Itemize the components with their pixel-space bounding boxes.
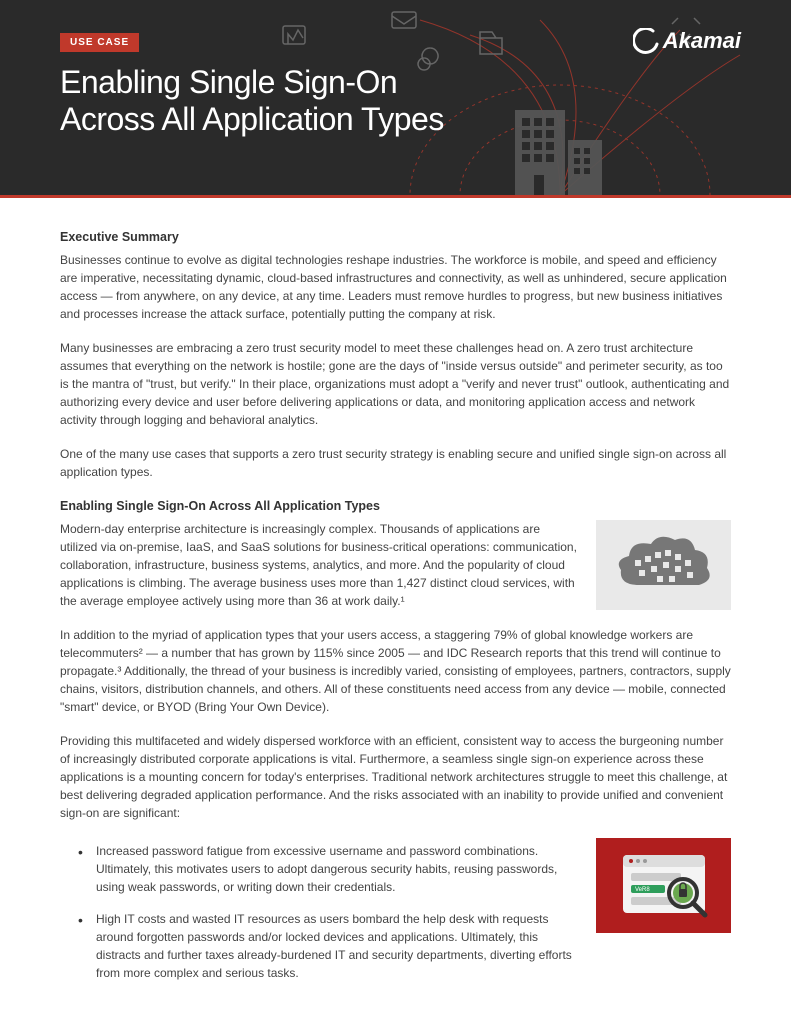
use-case-badge: USE CASE [60,33,139,52]
brand-swoosh-icon [633,28,659,54]
sso-p3: Providing this multifaceted and widely d… [60,732,731,822]
exec-summary-p2: Many businesses are embracing a zero tru… [60,339,731,429]
risk-list: Increased password fatigue from excessiv… [60,842,584,982]
sso-p2: In addition to the myriad of application… [60,626,731,716]
sso-heading: Enabling Single Sign-On Across All Appli… [60,497,731,516]
brand-logo: Akamai [633,28,741,54]
exec-summary-p1: Businesses continue to evolve as digital… [60,251,731,323]
risk-bullets-block: Increased password fatigue from excessiv… [60,838,731,996]
header-banner: Akamai USE CASE Enabling Single Sign-On … [0,0,791,195]
svg-text:VeR8: VeR8 [635,887,650,893]
exec-summary-p3: One of the many use cases that supports … [60,445,731,481]
risk-item-2: High IT costs and wasted IT resources as… [96,910,584,982]
cloud-illustration [596,520,731,610]
document-page: Akamai USE CASE Enabling Single Sign-On … [0,0,791,1036]
title-line-1: Enabling Single Sign-On [60,64,397,100]
brand-name: Akamai [663,28,741,54]
content-body: Executive Summary Businesses continue to… [0,198,791,1036]
password-illustration: VeR8 [596,838,731,933]
risk-item-1: Increased password fatigue from excessiv… [96,842,584,896]
title-line-2: Across All Application Types [60,101,444,137]
page-title: Enabling Single Sign-On Across All Appli… [60,64,731,138]
exec-summary-heading: Executive Summary [60,228,731,247]
